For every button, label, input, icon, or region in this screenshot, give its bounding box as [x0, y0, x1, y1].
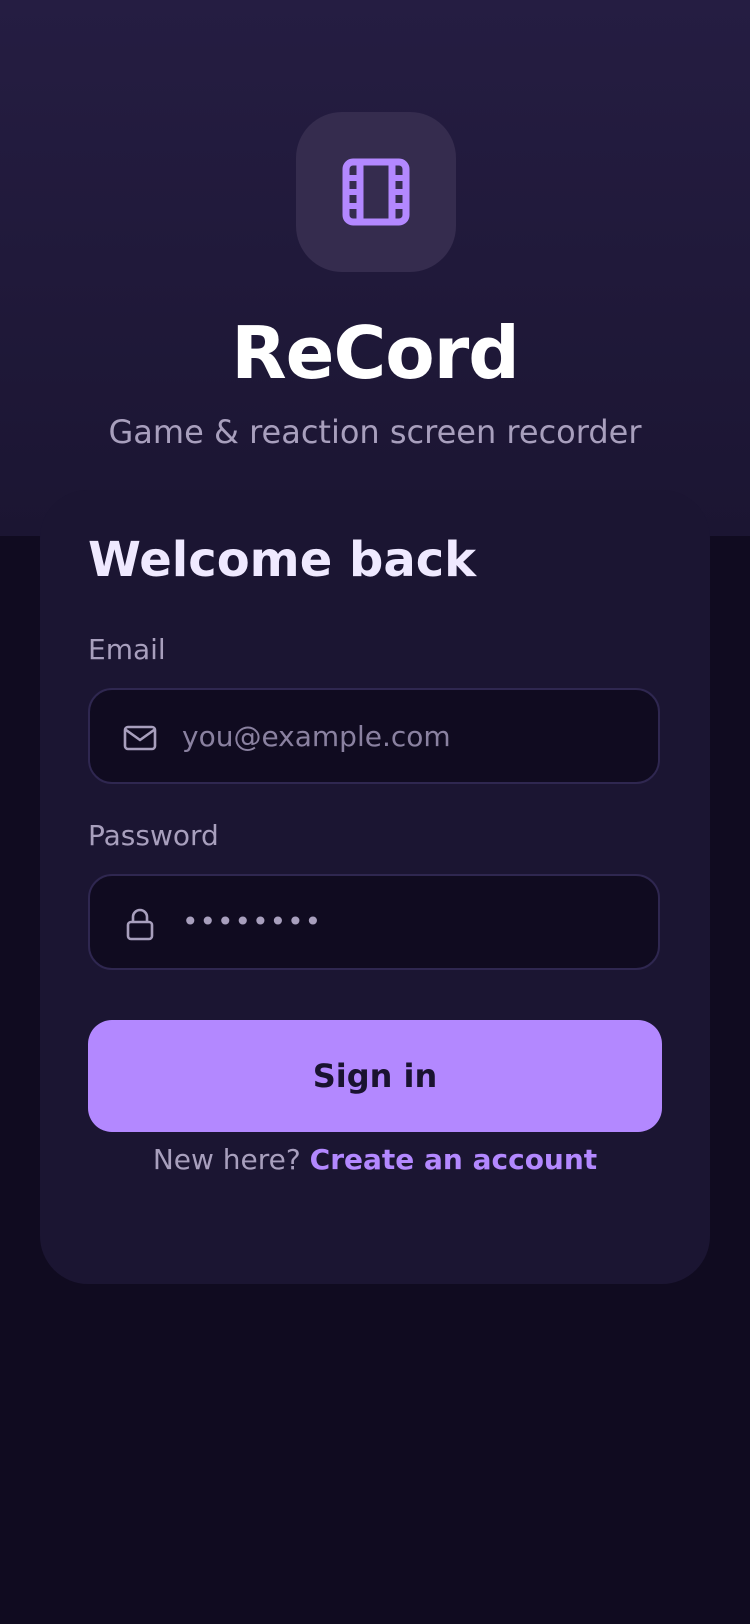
app-logo [296, 112, 456, 272]
sign-in-button[interactable]: Sign in [88, 1020, 662, 1132]
password-input[interactable]: •••••••• [182, 876, 322, 968]
password-label: Password [88, 819, 219, 852]
create-account-link[interactable]: Create an account [310, 1143, 598, 1176]
mail-icon [123, 725, 157, 751]
lock-icon [126, 908, 154, 941]
password-field[interactable]: •••••••• [88, 874, 660, 970]
film-icon [342, 158, 410, 226]
email-label: Email [88, 633, 166, 666]
email-input[interactable] [182, 690, 642, 782]
app-name: ReCord [231, 311, 520, 395]
app-tagline: Game & reaction screen recorder [108, 413, 642, 451]
hero-header: ReCord Game & reaction screen recorder [0, 0, 750, 536]
signup-prompt: New here? [152, 1143, 310, 1176]
email-field[interactable] [88, 688, 660, 784]
login-card: Welcome back Email Password •••••••• Sig… [40, 490, 710, 1284]
login-title: Welcome back [88, 532, 477, 588]
signup-row: New here? Create an account [40, 1142, 710, 1178]
